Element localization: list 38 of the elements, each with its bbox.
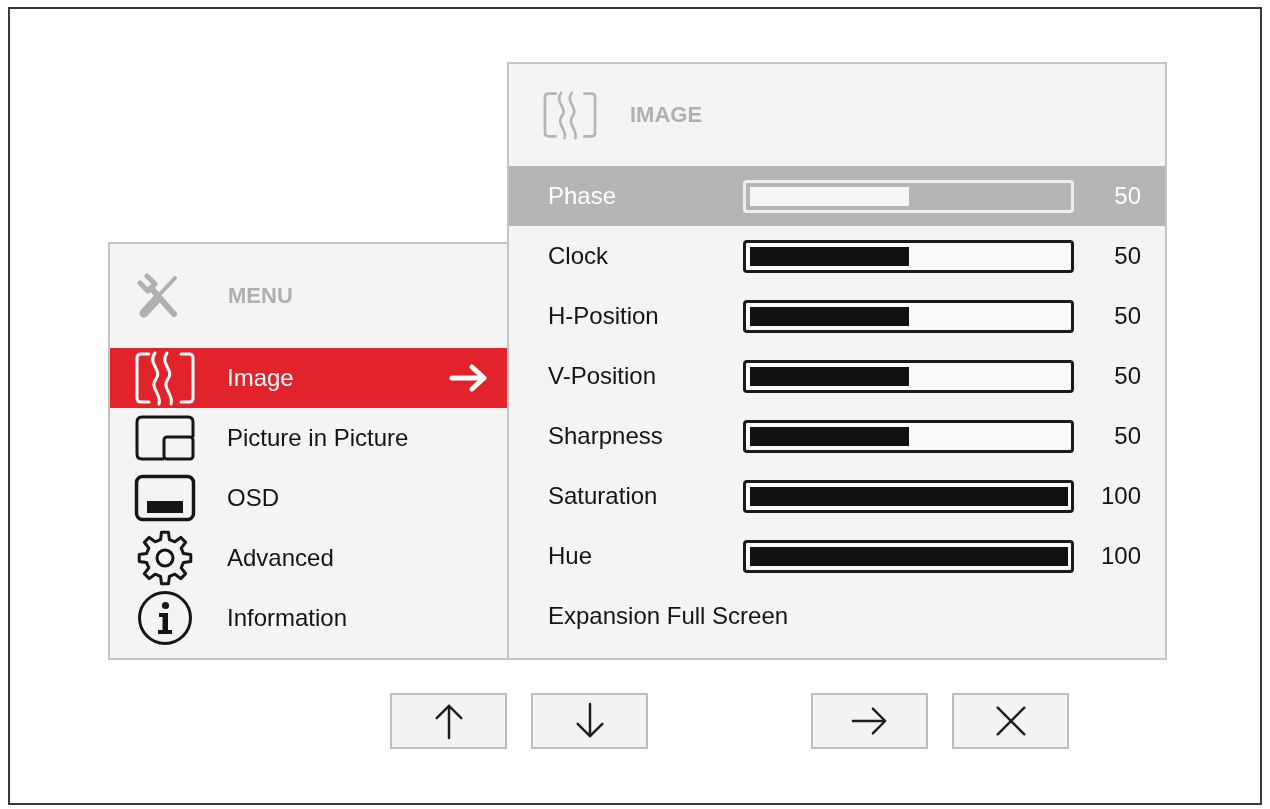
setting-row[interactable]: H-Position 50 (509, 286, 1165, 346)
setting-label: Phase (548, 182, 618, 210)
value-text: 50 (1113, 182, 1141, 210)
setting-label: H-Position (548, 302, 660, 330)
menu-item[interactable]: Image (110, 348, 507, 408)
setting-label: Hue (548, 542, 594, 570)
value-text: 50 (1113, 302, 1141, 330)
setting-label: Sharpness (548, 422, 664, 450)
setting-label: Clock (548, 242, 609, 270)
down-button[interactable] (531, 693, 648, 749)
setting-row[interactable]: Hue 100 (509, 526, 1165, 586)
setting-row[interactable]: Saturation 100 (509, 466, 1165, 526)
setting-label: Expansion Full Screen (548, 602, 789, 630)
setting-row[interactable]: V-Position 50 (509, 346, 1165, 406)
enter-button[interactable] (811, 693, 928, 749)
wavy-lines-icon (134, 350, 196, 406)
picture-in-picture-icon (134, 414, 196, 462)
setting-label: V-Position (548, 362, 658, 390)
menu-item[interactable]: Advanced (110, 528, 507, 588)
close-button[interactable] (952, 693, 1069, 749)
menu-item[interactable]: Picture in Picture (110, 408, 507, 468)
submenu-title: IMAGE (630, 102, 703, 128)
setting-row[interactable]: Clock 50 (509, 226, 1165, 286)
value-text: 50 (1113, 422, 1141, 450)
setting-row[interactable]: Sharpness 50 (509, 406, 1165, 466)
menu-title: MENU (228, 283, 293, 309)
up-button[interactable] (390, 693, 507, 749)
menu-item[interactable]: OSD (110, 468, 507, 528)
display-icon (134, 474, 196, 522)
setting-label: Saturation (548, 482, 659, 510)
value-text: 50 (1113, 362, 1141, 390)
arrow-right-icon (449, 363, 489, 393)
setting-row[interactable]: Expansion Full Screen (509, 586, 1165, 646)
tools-icon (137, 273, 179, 319)
menu-item[interactable]: Information (110, 588, 507, 648)
value-text: 100 (1099, 542, 1141, 570)
value-text: 50 (1113, 242, 1141, 270)
value-text: 100 (1099, 482, 1141, 510)
